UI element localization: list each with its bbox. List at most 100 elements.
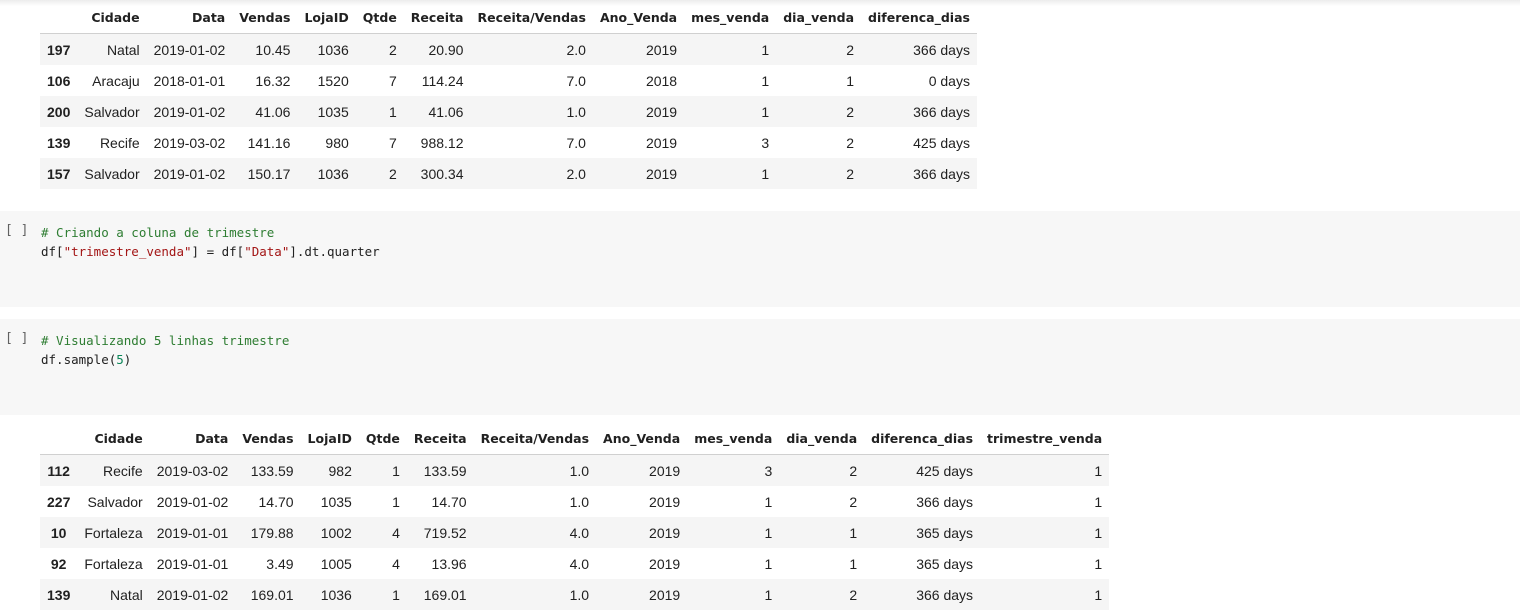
table-cell: 2019-01-02 bbox=[153, 103, 226, 120]
column-header: Qtde bbox=[355, 2, 404, 34]
table-cell: 133.59 bbox=[423, 462, 467, 479]
table-cell: 366 days bbox=[913, 165, 970, 182]
table-cell: 2018 bbox=[645, 72, 678, 89]
table-cell: 14.70 bbox=[258, 493, 294, 510]
column-header: trimestre_venda bbox=[980, 423, 1110, 455]
table-cell: 150.17 bbox=[247, 165, 291, 182]
column-header: Cidade bbox=[77, 423, 150, 455]
column-header: Qtde bbox=[358, 423, 407, 455]
row-index: 157 bbox=[47, 165, 71, 182]
column-header: dia_venda bbox=[779, 423, 865, 455]
table-row: 227 Salvador 2019-01-02 14.70 1035 1 14.… bbox=[40, 486, 1109, 517]
column-header: mes_venda bbox=[687, 423, 780, 455]
row-index: 227 bbox=[47, 493, 71, 510]
table-cell: 133.59 bbox=[250, 462, 294, 479]
row-index: 10 bbox=[50, 524, 67, 541]
table-cell: 366 days bbox=[913, 103, 970, 120]
table-cell: 1520 bbox=[317, 72, 349, 89]
table-cell: 1 bbox=[1094, 493, 1103, 510]
table-row: 139 Natal 2019-01-02 169.01 1036 1 169.0… bbox=[40, 579, 1110, 610]
table-cell: Natal bbox=[106, 41, 140, 58]
table-cell: 1005 bbox=[320, 555, 352, 572]
table-cell: 4 bbox=[392, 524, 400, 541]
table-row: 10 Fortaleza 2019-01-01 179.88 1002 4 71… bbox=[40, 517, 1110, 548]
column-header: Vendas bbox=[232, 2, 298, 34]
table-cell: 7.0 bbox=[566, 134, 586, 151]
dataframe-table-2: Cidade Data Vendas LojaID Qtde Receita R… bbox=[40, 423, 1110, 610]
table-cell: 2019-03-02 bbox=[156, 462, 229, 479]
code-editor[interactable]: # Visualizando 5 linhas trimestre df.sam… bbox=[41, 331, 289, 369]
table-cell: 1036 bbox=[317, 165, 349, 182]
table-cell: 4 bbox=[392, 555, 400, 572]
column-header: Cidade bbox=[77, 2, 147, 34]
table-cell: 1 bbox=[846, 72, 855, 89]
table-cell: 2019-03-02 bbox=[153, 134, 226, 151]
row-index: 139 bbox=[47, 586, 71, 603]
table-cell: 1 bbox=[1094, 524, 1103, 541]
table-cell: 13.96 bbox=[431, 555, 467, 572]
table-cell: 1035 bbox=[317, 103, 349, 120]
table-cell: 7.0 bbox=[566, 72, 586, 89]
table-cell: 2019-01-01 bbox=[156, 555, 229, 572]
table-cell: 1 bbox=[1094, 555, 1103, 572]
table-cell: 169.01 bbox=[250, 586, 294, 603]
table-cell: 1.0 bbox=[569, 493, 590, 510]
table-cell: 1 bbox=[761, 165, 770, 182]
code-token: ].dt.quarter bbox=[289, 244, 380, 259]
code-string: "Data" bbox=[244, 244, 290, 259]
table-cell: 2 bbox=[846, 134, 855, 151]
table-cell: 0 days bbox=[928, 72, 970, 89]
table-cell: 365 days bbox=[916, 524, 974, 541]
row-index: 139 bbox=[47, 134, 71, 151]
code-cell-1[interactable]: [ ] # Criando a coluna de trimestre df["… bbox=[0, 211, 1520, 307]
column-header: Vendas bbox=[235, 423, 301, 455]
table-cell: 3 bbox=[761, 134, 770, 151]
row-index: 106 bbox=[47, 72, 71, 89]
table-cell: 2019 bbox=[649, 586, 681, 603]
run-cell-button[interactable]: [ ] bbox=[5, 223, 28, 238]
table-cell: 2 bbox=[849, 462, 858, 479]
table-cell: 980 bbox=[325, 134, 349, 151]
code-editor[interactable]: # Criando a coluna de trimestre df["trim… bbox=[41, 223, 380, 261]
table-cell: 20.90 bbox=[428, 41, 464, 58]
code-string: "trimestre_venda" bbox=[63, 244, 192, 259]
table-cell: Recife bbox=[99, 134, 140, 151]
table-cell: 3.49 bbox=[266, 555, 294, 572]
table-cell: 4.0 bbox=[569, 555, 590, 572]
table-row: 112 Recife 2019-03-02 133.59 982 1 133.5… bbox=[40, 454, 1110, 486]
table-cell: 300.34 bbox=[420, 165, 464, 182]
row-index: 200 bbox=[47, 103, 71, 120]
table-cell: 1 bbox=[764, 555, 773, 572]
table-cell: 1 bbox=[761, 72, 770, 89]
run-cell-button[interactable]: [ ] bbox=[5, 331, 28, 346]
table-cell: 2019 bbox=[645, 41, 678, 58]
table-cell: 1 bbox=[1094, 586, 1103, 603]
table-cell: 169.01 bbox=[423, 586, 467, 603]
table-cell: 7 bbox=[389, 134, 397, 151]
table-cell: 2 bbox=[849, 586, 858, 603]
table-cell: 1 bbox=[1094, 462, 1103, 479]
table-cell: 366 days bbox=[916, 586, 974, 603]
table-cell: 2019-01-02 bbox=[153, 165, 226, 182]
column-header: Ano_Venda bbox=[596, 423, 688, 455]
table-cell: Fortaleza bbox=[84, 555, 143, 572]
table-cell: 2019-01-01 bbox=[156, 524, 229, 541]
table-cell: 2019 bbox=[649, 555, 681, 572]
column-header: Receita/Vendas bbox=[473, 423, 597, 455]
column-header: dia_venda bbox=[776, 2, 862, 34]
dataframe-output-1: Cidade Data Vendas LojaID Qtde Receita R… bbox=[40, 2, 977, 189]
table-cell: 2019 bbox=[645, 165, 678, 182]
table-cell: 1.0 bbox=[569, 586, 590, 603]
table-cell: 2019 bbox=[645, 103, 678, 120]
code-cell-2[interactable]: [ ] # Visualizando 5 linhas trimestre df… bbox=[0, 319, 1520, 415]
table-cell: 2 bbox=[846, 41, 855, 58]
column-header: Receita bbox=[406, 423, 474, 455]
column-header bbox=[40, 2, 78, 34]
table-cell: 1 bbox=[389, 103, 397, 120]
table-cell: 141.16 bbox=[247, 134, 291, 151]
code-token: df[ bbox=[41, 244, 64, 259]
table-cell: 1.0 bbox=[566, 103, 586, 120]
table-cell: 179.88 bbox=[250, 524, 294, 541]
table-cell: 366 days bbox=[913, 41, 970, 58]
column-header: Ano_Venda bbox=[592, 2, 685, 34]
